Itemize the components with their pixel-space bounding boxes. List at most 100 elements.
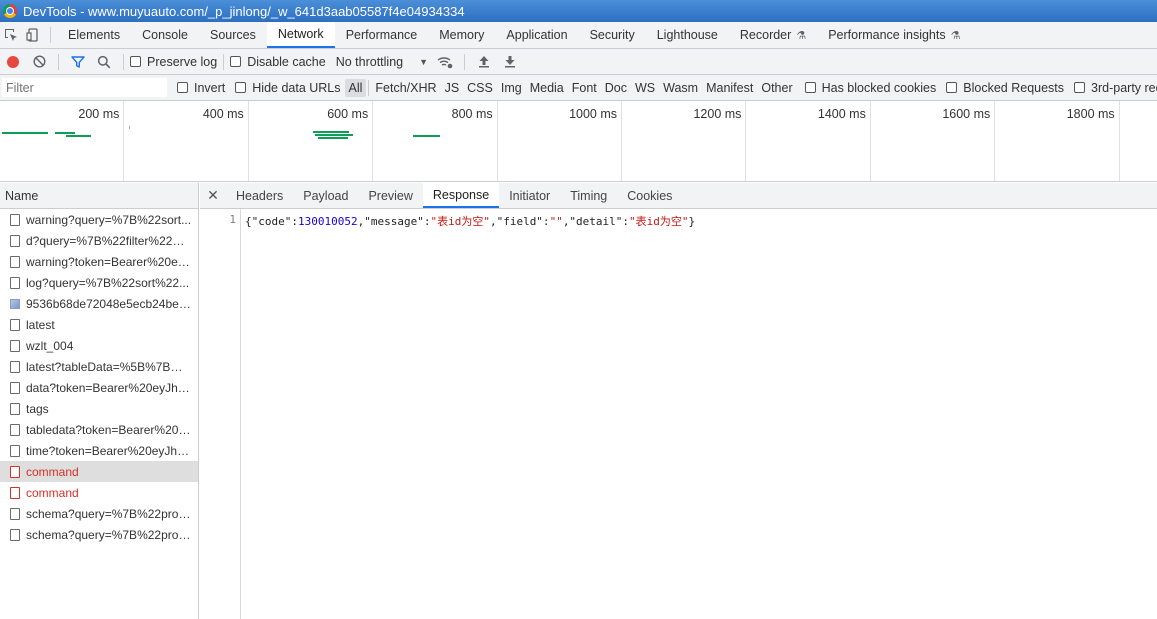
tab-console[interactable]: Console: [131, 22, 199, 48]
waterfall-bar: [313, 131, 349, 133]
detail-tab-initiator[interactable]: Initiator: [499, 183, 560, 208]
type-filter-ws[interactable]: WS: [631, 79, 659, 97]
tab-lighthouse[interactable]: Lighthouse: [646, 22, 729, 48]
type-filter-fetch-xhr[interactable]: Fetch/XHR: [371, 79, 440, 97]
checkbox-box: [177, 82, 188, 93]
tab-performance-insights[interactable]: Performance insights ⚗: [817, 22, 971, 48]
type-filter-wasm[interactable]: Wasm: [659, 79, 702, 97]
request-row[interactable]: tabledata?token=Bearer%20e...: [0, 419, 198, 440]
preserve-log-label: Preserve log: [147, 54, 218, 69]
experimental-flask-icon: ⚗: [950, 29, 961, 42]
type-filter-manifest[interactable]: Manifest: [702, 79, 757, 97]
request-row[interactable]: schema?query=%7B%22proje...: [0, 503, 198, 524]
request-row[interactable]: data?token=Bearer%20eyJhb...: [0, 377, 198, 398]
close-detail-icon[interactable]: ✕: [200, 183, 226, 208]
request-row[interactable]: warning?query=%7B%22sort...: [0, 209, 198, 230]
type-filter-css[interactable]: CSS: [463, 79, 497, 97]
tab-recorder[interactable]: Recorder ⚗: [729, 22, 817, 48]
detail-tab-cookies[interactable]: Cookies: [617, 183, 682, 208]
detail-tab-payload[interactable]: Payload: [293, 183, 358, 208]
request-row[interactable]: command: [0, 461, 198, 482]
preserve-log-checkbox[interactable]: Preserve log: [130, 55, 217, 69]
timeline-tick-label: 1000 ms: [569, 107, 618, 121]
has-blocked-cookies-checkbox[interactable]: Has blocked cookies: [804, 81, 936, 95]
line-number-gutter: 1: [200, 209, 241, 619]
waterfall-bar: [315, 134, 353, 136]
hide-data-urls-label: Hide data URLs: [252, 80, 341, 95]
request-name: tags: [26, 401, 49, 416]
type-filter-all[interactable]: All: [344, 78, 367, 97]
detail-tab-response[interactable]: Response: [422, 183, 500, 208]
request-row[interactable]: tags: [0, 398, 198, 419]
detail-tab-preview[interactable]: Preview: [358, 183, 422, 208]
tab-performance[interactable]: Performance: [335, 22, 429, 48]
field-value: "": [549, 215, 563, 228]
invert-checkbox[interactable]: Invert: [177, 81, 225, 95]
import-har-button[interactable]: [471, 49, 497, 75]
timeline-grid-column: 1800 ms: [995, 101, 1120, 181]
request-row[interactable]: time?token=Bearer%20eyJhb...: [0, 440, 198, 461]
hide-data-urls-checkbox[interactable]: Hide data URLs: [235, 80, 341, 95]
request-row[interactable]: 9536b68de72048e5ecb24be8...: [0, 293, 198, 314]
network-conditions-button[interactable]: [432, 49, 458, 75]
inspect-element-icon[interactable]: [0, 22, 22, 48]
message-value: "表id为空": [430, 215, 490, 228]
timeline-tick-label: 400 ms: [202, 107, 244, 121]
document-file-icon: [10, 339, 20, 352]
blocked-requests-checkbox[interactable]: Blocked Requests: [946, 81, 1064, 95]
tab-security[interactable]: Security: [579, 22, 646, 48]
throttling-select[interactable]: No throttling ▼: [336, 55, 428, 69]
request-name: 9536b68de72048e5ecb24be8...: [26, 296, 192, 311]
timeline-grid-column: 1200 ms: [622, 101, 747, 181]
type-filter-media[interactable]: Media: [526, 79, 568, 97]
request-name: latest: [26, 317, 55, 332]
request-row[interactable]: latest?tableData=%5B%7B%2...: [0, 356, 198, 377]
request-name: time?token=Bearer%20eyJhb...: [26, 443, 192, 458]
type-filter-img[interactable]: Img: [497, 79, 526, 97]
type-filter-font[interactable]: Font: [568, 79, 601, 97]
document-file-icon: [10, 507, 20, 520]
type-filter-other[interactable]: Other: [757, 79, 796, 97]
wifi-settings-icon: [437, 56, 453, 68]
tab-network[interactable]: Network: [266, 22, 335, 48]
request-row[interactable]: d?query=%7B%22filter%22%...: [0, 230, 198, 251]
window-title: DevTools - www.muyuauto.com/_p_jinlong/_…: [23, 3, 465, 19]
name-column-header[interactable]: Name: [0, 183, 198, 209]
network-overview-timeline[interactable]: 1800 ms 1600 ms 1400 ms 1200 ms 1000 ms 800 m…: [0, 101, 1157, 182]
request-row[interactable]: warning?token=Bearer%20eyJ...: [0, 251, 198, 272]
filter-toggle-button[interactable]: [65, 49, 91, 75]
request-row[interactable]: log?query=%7B%22sort%22...: [0, 272, 198, 293]
search-button[interactable]: [91, 49, 117, 75]
detail-tab-timing[interactable]: Timing: [560, 183, 617, 208]
request-row[interactable]: latest: [0, 314, 198, 335]
device-toolbar-icon[interactable]: [22, 22, 44, 48]
checkbox-box: [804, 82, 816, 93]
disable-cache-checkbox[interactable]: Disable cache: [230, 55, 326, 69]
type-filter-doc[interactable]: Doc: [601, 79, 631, 97]
filter-input[interactable]: [2, 78, 167, 97]
clear-icon: [32, 55, 46, 68]
request-row[interactable]: wzlt_004: [0, 335, 198, 356]
name-column-label: Name: [5, 188, 39, 203]
clear-button[interactable]: [26, 49, 52, 75]
export-har-button[interactable]: [497, 49, 523, 75]
document-file-icon: [10, 255, 20, 268]
upload-icon: [479, 56, 490, 68]
tab-memory[interactable]: Memory: [428, 22, 495, 48]
tab-label: Sources: [209, 28, 256, 42]
record-button[interactable]: [0, 49, 26, 75]
request-name: wzlt_004: [26, 338, 74, 353]
checkbox-box: [946, 82, 958, 93]
request-name: schema?query=%7B%22proje...: [26, 506, 192, 521]
tab-application[interactable]: Application: [495, 22, 578, 48]
toolbar-separator: [464, 53, 466, 70]
tab-sources[interactable]: Sources: [199, 22, 267, 48]
request-row[interactable]: command: [0, 482, 198, 503]
request-row[interactable]: schema?query=%7B%22proje...: [0, 524, 198, 545]
third-party-requests-checkbox[interactable]: 3rd-party reque: [1074, 81, 1157, 95]
type-filter-js[interactable]: JS: [441, 79, 464, 97]
request-detail-panel: ✕ Headers Payload Preview Response Initiator…: [200, 183, 1157, 619]
response-viewer[interactable]: 1 {"code":130010052,"message":"表id为空","f…: [200, 209, 1157, 619]
detail-tab-headers[interactable]: Headers: [226, 183, 293, 208]
tab-elements[interactable]: Elements: [57, 22, 131, 48]
